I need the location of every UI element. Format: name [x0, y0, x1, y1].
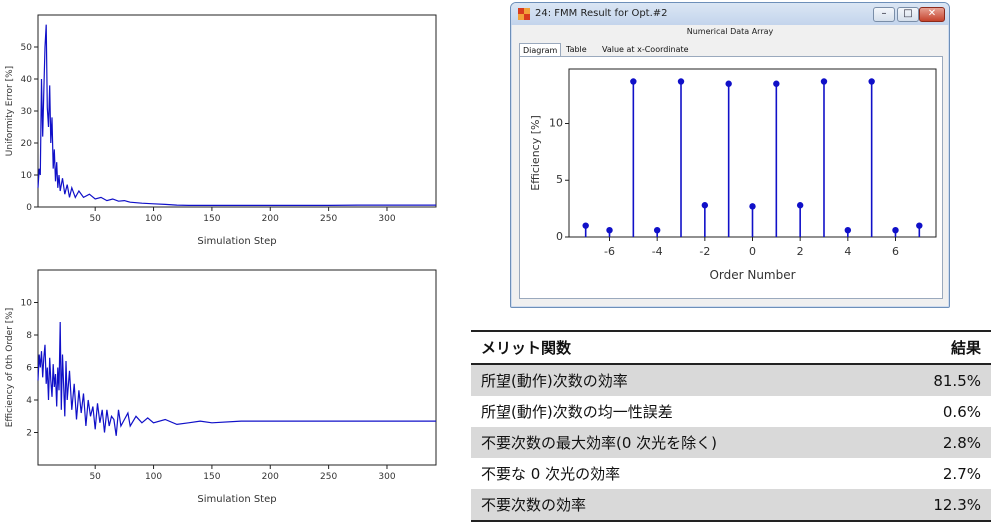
- x-tick-label: 0: [749, 245, 756, 258]
- y-tick-label: 8: [26, 331, 32, 341]
- y-tick-label: 6: [26, 364, 32, 374]
- tab-table[interactable]: Table: [563, 43, 595, 56]
- header-merit-function: メリット関数: [471, 330, 883, 365]
- x-tick-label: -6: [604, 245, 615, 258]
- x-axis-label: Order Number: [709, 268, 795, 282]
- window-titlebar[interactable]: 24: FMM Result for Opt.#2 – □ ✕: [511, 3, 949, 25]
- x-tick-label: 100: [145, 214, 162, 224]
- merit-value: 12.3%: [882, 489, 991, 522]
- x-tick-label: 250: [320, 214, 337, 224]
- window-title: 24: FMM Result for Opt.#2: [535, 8, 668, 19]
- table-row: 所望(動作)次数の効率 81.5%: [471, 364, 991, 396]
- y-tick-label: 50: [21, 43, 33, 53]
- y-tick-label: 4: [26, 396, 32, 406]
- x-axis-label: Simulation Step: [197, 236, 276, 247]
- x-tick-label: 300: [378, 472, 395, 482]
- x-tick-label: 100: [145, 472, 162, 482]
- data-point: [677, 78, 685, 85]
- data-point: [868, 78, 875, 85]
- x-tick-label: 150: [203, 472, 220, 482]
- diagram-panel: -6 -4 -2 0 2 4 6 0 5 10 Order Number Efficiency [%]: [519, 56, 943, 299]
- x-tick-label: 200: [262, 472, 279, 482]
- table-row: 所望(動作)次数の均一性誤差 0.6%: [471, 396, 991, 427]
- merit-value: 2.8%: [882, 427, 991, 458]
- data-point: [606, 226, 613, 234]
- x-tick-label: 200: [262, 214, 279, 224]
- merit-value: 81.5%: [882, 364, 991, 396]
- panel-subheader: Numerical Data Array: [686, 27, 774, 36]
- y-tick-label: 30: [21, 107, 33, 117]
- data-point: [749, 203, 756, 210]
- header-result: 結果: [882, 330, 991, 365]
- app-icon: [518, 8, 530, 20]
- y-tick-label: 0: [556, 230, 563, 243]
- x-axis-label: Simulation Step: [197, 494, 276, 505]
- diffraction-order-chart: -6 -4 -2 0 2 4 6 0 5 10 Order Number Efficiency [%]: [529, 68, 937, 282]
- y-tick-label: 5: [556, 173, 563, 186]
- data-point: [725, 80, 732, 87]
- y-tick-label: 20: [21, 139, 33, 149]
- merit-name: 所望(動作)次数の均一性誤差: [481, 403, 673, 421]
- merit-name: 不要次数の最大効率(0 次光を除く): [471, 427, 883, 458]
- merit-value: 2.7%: [942, 464, 981, 483]
- table-header-row: メリット関数 結果: [471, 330, 991, 365]
- y-tick-label: 10: [549, 116, 563, 129]
- y-tick-label: 10: [21, 171, 33, 181]
- merit-name: 不要な 0 次光の効率: [481, 465, 621, 483]
- table-row: 不要な 0 次光の効率 2.7%: [471, 458, 991, 489]
- x-tick-label: 2: [797, 245, 804, 258]
- zeroth-order-efficiency-chart: 50 100 150 200 250 300 2 4 6 8 10 Simulation Step Ef…: [5, 269, 437, 505]
- data-point: [630, 78, 637, 85]
- y-tick-label: 0: [26, 203, 32, 213]
- plot-frame: [37, 14, 437, 208]
- y-tick-label: 40: [21, 75, 33, 85]
- y-axis-label: Efficiency [%]: [529, 115, 542, 191]
- data-point: [892, 226, 899, 234]
- data-point: [582, 222, 589, 229]
- data-point: [820, 78, 828, 85]
- minimize-button[interactable]: –: [873, 7, 895, 22]
- data-point: [701, 202, 709, 209]
- table-row: 不要次数の効率 12.3%: [471, 489, 991, 522]
- y-axis-label: Uniformity Error [%]: [5, 66, 15, 156]
- x-tick-label: -4: [652, 245, 663, 258]
- plot-frame: [37, 269, 437, 466]
- data-point: [773, 80, 780, 87]
- x-tick-label: 300: [378, 214, 395, 224]
- x-tick-label: 150: [203, 214, 220, 224]
- close-button[interactable]: ✕: [919, 7, 945, 22]
- merit-value: 0.6%: [942, 402, 981, 421]
- y-tick-label: 10: [21, 299, 33, 309]
- data-point: [653, 226, 661, 234]
- data-point: [796, 202, 804, 209]
- x-tick-label: -2: [699, 245, 710, 258]
- maximize-button[interactable]: □: [897, 7, 919, 22]
- table-row: 不要次数の最大効率(0 次光を除く) 2.8%: [471, 427, 991, 458]
- x-tick-label: 50: [89, 472, 101, 482]
- merit-name: 所望(動作)次数の効率: [471, 364, 883, 396]
- data-point: [916, 222, 923, 229]
- tab-value-at-x[interactable]: Value at x-Coordinate: [599, 43, 699, 56]
- data-point: [844, 226, 852, 234]
- y-tick-label: 2: [26, 429, 32, 439]
- merit-name: 不要次数の効率: [471, 489, 883, 522]
- tab-diagram[interactable]: Diagram: [519, 43, 561, 56]
- y-axis-label: Efficiency of 0th Order [%]: [5, 308, 15, 428]
- uniformity-error-chart: 50 100 150 200 250 300 0 10 20 30 40 50 Simulation S…: [5, 14, 437, 247]
- x-tick-label: 6: [892, 245, 899, 258]
- x-tick-label: 250: [320, 472, 337, 482]
- x-tick-label: 50: [89, 214, 101, 224]
- merit-function-table: メリット関数 結果 所望(動作)次数の効率 81.5% 所望(動作)次数の均一性…: [471, 330, 991, 522]
- fmm-result-window: 24: FMM Result for Opt.#2 – □ ✕ Numerica…: [510, 2, 950, 308]
- x-tick-label: 4: [844, 245, 851, 258]
